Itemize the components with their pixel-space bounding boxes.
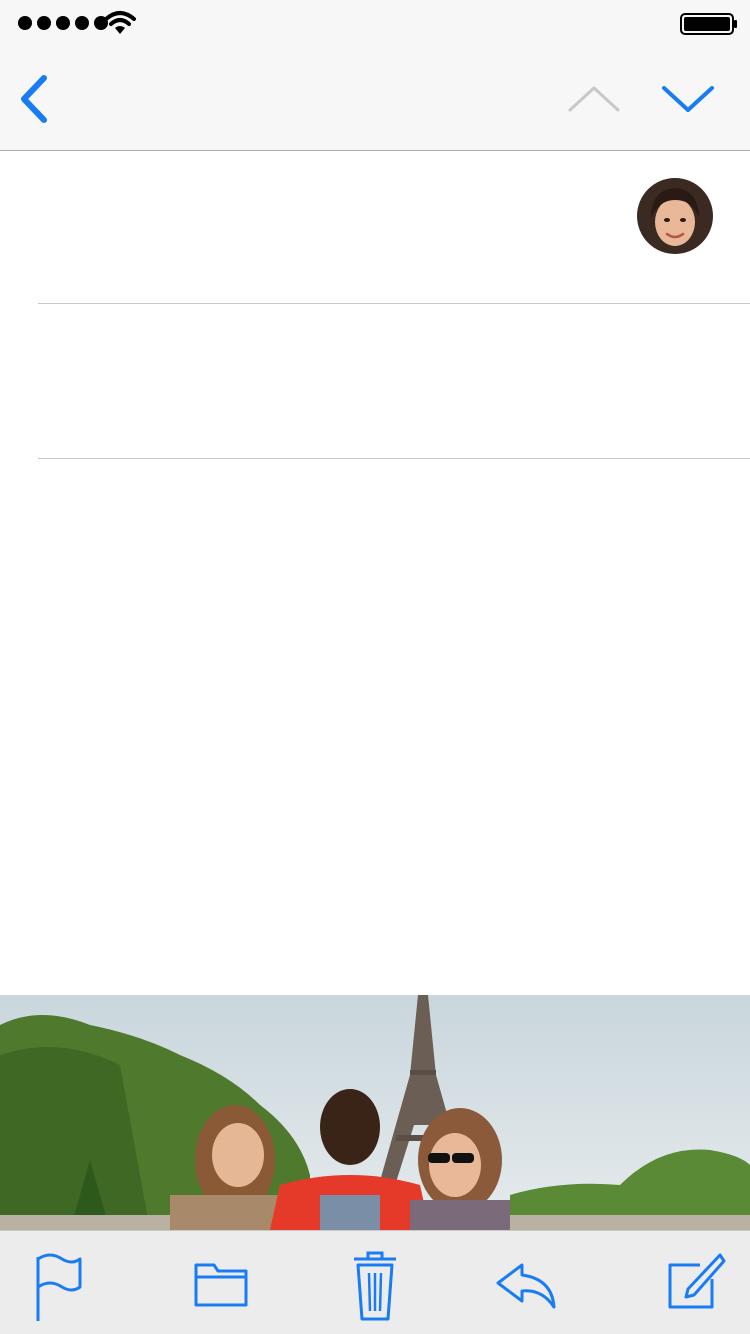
chevron-up-icon (568, 86, 620, 112)
battery-icon (680, 13, 737, 35)
chevron-down-icon (662, 86, 714, 112)
bottom-toolbar (0, 1230, 750, 1334)
cellular-signal-icon (18, 16, 108, 30)
previous-message-button[interactable] (566, 76, 622, 120)
status-bar (0, 0, 750, 46)
photo-attachment[interactable] (0, 995, 750, 1230)
chevron-left-icon (21, 75, 47, 123)
avatar-photo (637, 178, 713, 254)
header-divider (38, 303, 750, 304)
back-button[interactable] (12, 70, 56, 128)
trash-button[interactable] (340, 1249, 410, 1323)
compose-button[interactable] (660, 1249, 730, 1323)
flag-icon (36, 1253, 82, 1321)
folder-icon (194, 1263, 248, 1307)
nav-bar (0, 46, 750, 151)
message-body (0, 459, 750, 995)
wifi-icon (104, 11, 136, 34)
next-message-button[interactable] (660, 76, 716, 120)
reply-icon (496, 1263, 556, 1309)
trash-icon (354, 1251, 396, 1321)
move-to-folder-button[interactable] (186, 1249, 256, 1323)
message-header (0, 151, 750, 303)
flag-button[interactable] (22, 1249, 92, 1323)
reply-button[interactable] (492, 1249, 562, 1323)
sender-avatar[interactable] (637, 178, 713, 254)
compose-icon (668, 1253, 726, 1309)
eiffel-tower-photo (0, 995, 750, 1230)
